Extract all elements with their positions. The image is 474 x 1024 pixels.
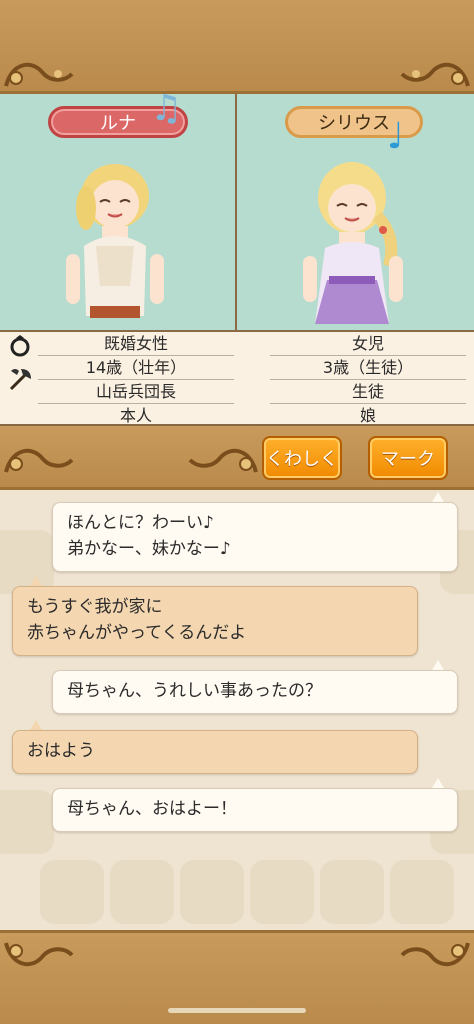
right-flourish-ornament <box>398 937 472 977</box>
background-tile <box>250 860 314 924</box>
message-line: おはよう <box>27 741 95 761</box>
message-line: 母ちゃん、うれしい事あったの？ <box>67 681 322 701</box>
details-button[interactable]: くわしく <box>262 436 342 480</box>
right-row-1: 女児 <box>270 332 466 356</box>
bubble-tail <box>432 492 444 502</box>
background-tile <box>320 860 384 924</box>
profile-info-table: 既婚女性 14歳（壮年） 山岳兵団長 本人 女児 3歳（生徒） 生徒 娘 <box>0 330 474 426</box>
message-line: もうすぐ我が家に <box>27 597 163 617</box>
chat-message-self: 母ちゃん、おはよー！ <box>52 788 458 832</box>
center-flourish-ornament <box>186 438 260 478</box>
right-flourish-ornament <box>398 52 472 92</box>
top-frame-bar <box>0 0 474 94</box>
portrait-area: ルナ ♫ シリウス ♩ <box>0 88 474 330</box>
right-row-4: 娘 <box>359 406 376 425</box>
background-tile <box>110 860 174 924</box>
character-luna-avatar <box>66 164 164 318</box>
bubble-tail <box>432 778 444 788</box>
music-note-icon: ♩ <box>387 116 404 157</box>
left-flourish-ornament <box>2 52 76 92</box>
message-line: 母ちゃん、おはよー！ <box>67 799 237 819</box>
left-row-2: 14歳（壮年） <box>38 356 234 380</box>
background-tile <box>390 860 454 924</box>
portrait-right[interactable]: シリウス ♩ <box>237 94 473 330</box>
left-flourish-ornament <box>2 937 76 977</box>
background-tile <box>0 530 54 594</box>
right-row-2: 3歳（生徒） <box>270 356 466 380</box>
bubble-tail <box>30 576 42 586</box>
axe-icon <box>6 366 34 391</box>
home-indicator[interactable] <box>168 1008 306 1013</box>
chat-message-other: おはよう <box>12 730 418 774</box>
action-bar: くわしく マーク <box>0 426 474 490</box>
background-tile <box>0 790 54 854</box>
message-line: 弟かなー、妹かなー♪ <box>67 538 231 559</box>
left-row-4: 本人 <box>119 406 152 425</box>
portrait-left[interactable]: ルナ ♫ <box>0 88 236 330</box>
left-row-3: 山岳兵団長 <box>38 380 234 404</box>
left-flourish-ornament <box>2 438 76 478</box>
message-line: 赤ちゃんがやってくるんだよ <box>27 622 247 643</box>
chat-message-self: 母ちゃん、うれしい事あったの？ <box>52 670 458 714</box>
chat-message-self: ほんとに？わーい♪ 弟かなー、妹かなー♪ <box>52 502 458 572</box>
bubble-tail <box>432 660 444 670</box>
ring-icon <box>6 334 34 358</box>
bubble-tail <box>30 720 42 730</box>
background-tile <box>40 860 104 924</box>
music-note-icon: ♫ <box>150 88 183 129</box>
background-tile <box>180 860 244 924</box>
right-row-3: 生徒 <box>270 380 466 404</box>
mark-button[interactable]: マーク <box>368 436 448 480</box>
message-line: ほんとに？わーい♪ <box>67 513 214 533</box>
character-sirius-avatar <box>303 162 403 324</box>
chat-message-other: もうすぐ我が家に 赤ちゃんがやってくるんだよ <box>12 586 418 656</box>
left-row-1: 既婚女性 <box>38 332 234 356</box>
chat-log[interactable]: ほんとに？わーい♪ 弟かなー、妹かなー♪ もうすぐ我が家に 赤ちゃんがやってくる… <box>0 490 474 930</box>
